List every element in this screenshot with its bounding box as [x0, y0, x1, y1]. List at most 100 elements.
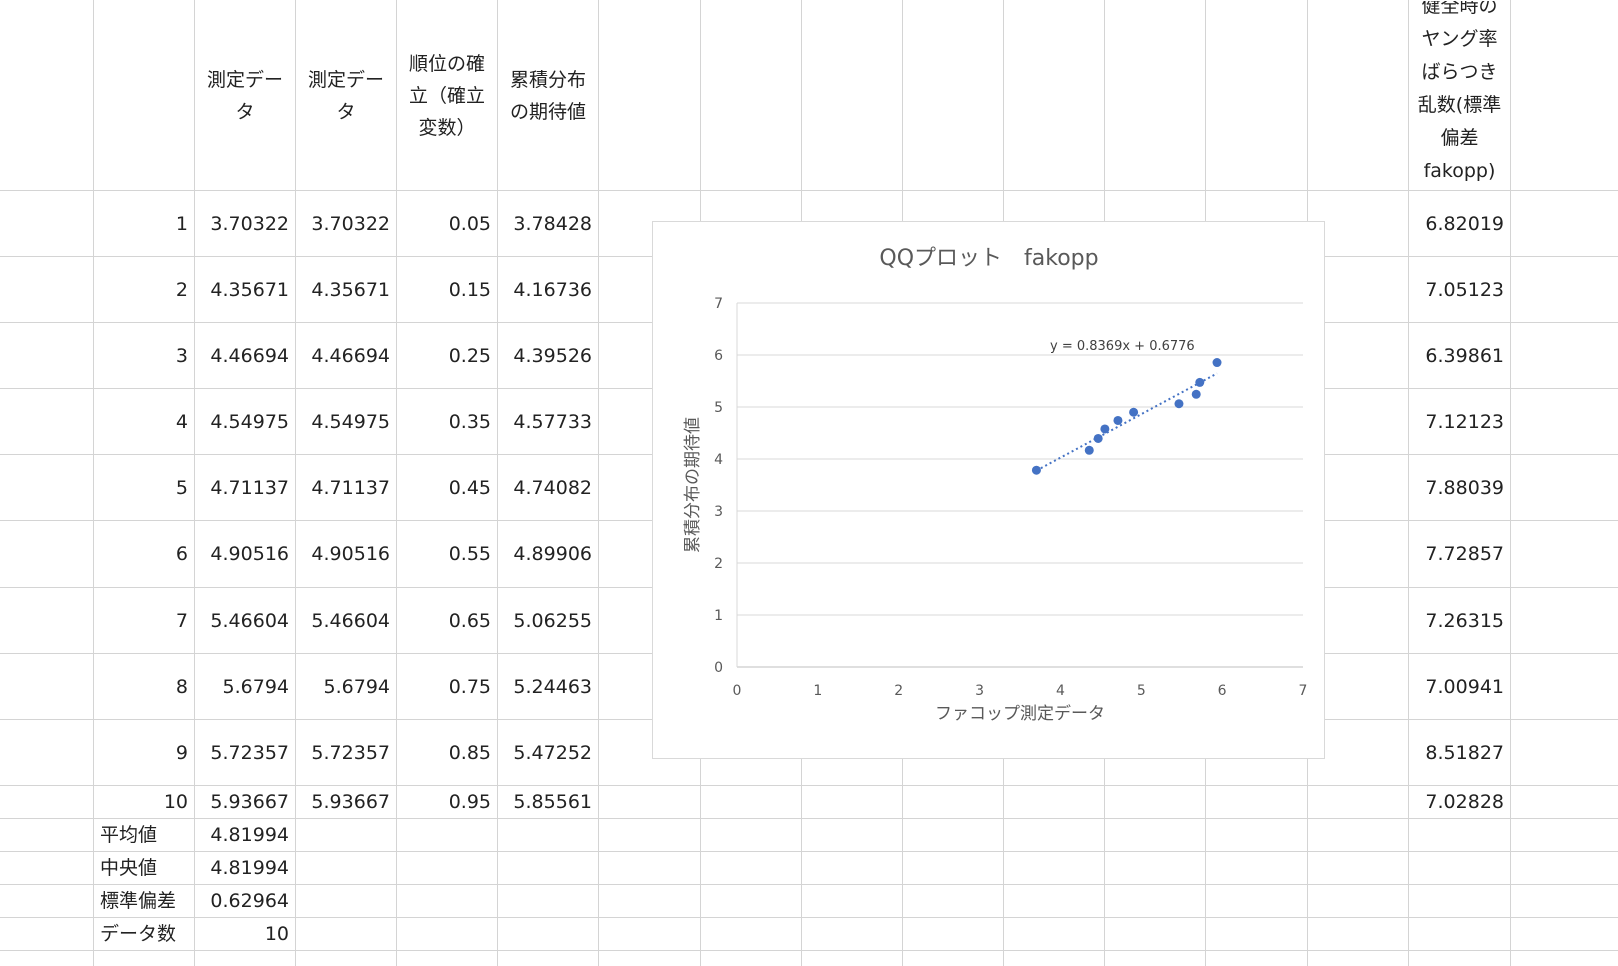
measured-data-cell[interactable]: 5.46604: [195, 588, 295, 653]
expected-cdf-cell[interactable]: 5.06255: [498, 588, 598, 653]
young-modulus-cell[interactable]: 7.00941: [1409, 654, 1510, 719]
expected-cdf-cell[interactable]: 4.57733: [498, 389, 598, 454]
young-modulus-cell[interactable]: 6.82019: [1409, 191, 1510, 256]
row-index-cell[interactable]: 7: [94, 588, 194, 653]
rank-probability-cell[interactable]: 0.75: [397, 654, 497, 719]
rank-probability-cell[interactable]: 0.45: [397, 455, 497, 520]
expected-cdf-cell[interactable]: 4.39526: [498, 323, 598, 388]
x-tick-label: 7: [1299, 683, 1308, 699]
rank-probability-cell[interactable]: 0.25: [397, 323, 497, 388]
young-modulus-cell[interactable]: 7.88039: [1409, 455, 1510, 520]
chart-title: QQプロット fakopp: [879, 246, 1098, 271]
header-cell-measured-data[interactable]: 測定データ: [195, 1, 295, 190]
expected-cdf-cell[interactable]: 4.89906: [498, 521, 598, 587]
young-modulus-cell[interactable]: 7.05123: [1409, 257, 1510, 322]
y-tick-label: 4: [714, 452, 723, 468]
measured-data-cell[interactable]: 5.72357: [195, 720, 295, 785]
young-modulus-cell[interactable]: 7.02828: [1409, 786, 1510, 818]
measured-data-cell[interactable]: 4.35671: [195, 257, 295, 322]
measured-data-cell[interactable]: 5.93667: [195, 786, 295, 818]
row-index-cell[interactable]: 2: [94, 257, 194, 322]
rank-probability-cell[interactable]: 0.15: [397, 257, 497, 322]
measured-data-cell[interactable]: 4.90516: [195, 521, 295, 587]
row-gridline: [0, 950, 1618, 951]
y-tick-label: 6: [714, 348, 723, 364]
row-index-cell[interactable]: 10: [94, 786, 194, 818]
rank-probability-cell[interactable]: 0.35: [397, 389, 497, 454]
header-cell-rank-probability[interactable]: 順位の確立（確立変数）: [397, 1, 497, 190]
measured-data-cell[interactable]: 4.71137: [195, 455, 295, 520]
young-modulus-cell[interactable]: 7.12123: [1409, 389, 1510, 454]
expected-cdf-cell[interactable]: 3.78428: [498, 191, 598, 256]
expected-cdf-cell[interactable]: 5.47252: [498, 720, 598, 785]
data-point: [1212, 358, 1222, 368]
row-index-cell[interactable]: 5: [94, 455, 194, 520]
trendline: [1035, 372, 1218, 472]
x-axis-title: ファコップ測定データ: [935, 703, 1105, 724]
measured-data-cell[interactable]: 4.46694: [195, 323, 295, 388]
rank-probability-cell[interactable]: 0.65: [397, 588, 497, 653]
stat-label-cell[interactable]: 平均値: [94, 819, 194, 851]
measured-data-cell[interactable]: 3.70322: [296, 191, 396, 256]
young-modulus-cell[interactable]: 6.39861: [1409, 323, 1510, 388]
stat-value-cell[interactable]: 4.81994: [195, 852, 295, 884]
measured-data-cell[interactable]: 4.54975: [195, 389, 295, 454]
rank-probability-cell[interactable]: 0.95: [397, 786, 497, 818]
header-cell-measured-data-2[interactable]: 測定データ: [296, 1, 396, 190]
y-tick-label: 2: [714, 556, 723, 572]
y-tick-label: 3: [714, 504, 723, 520]
row-index-cell[interactable]: 1: [94, 191, 194, 256]
measured-data-cell[interactable]: 4.54975: [296, 389, 396, 454]
stat-label-cell[interactable]: 標準偏差: [94, 885, 194, 917]
expected-cdf-cell[interactable]: 5.85561: [498, 786, 598, 818]
row-index-cell[interactable]: 9: [94, 720, 194, 785]
header-cell-expected-cdf[interactable]: 累積分布の期待値: [498, 1, 598, 190]
stat-value-cell[interactable]: 4.81994: [195, 819, 295, 851]
measured-data-cell[interactable]: 5.72357: [296, 720, 396, 785]
measured-data-cell[interactable]: 4.90516: [296, 521, 396, 587]
measured-data-cell[interactable]: 5.6794: [195, 654, 295, 719]
stat-label-cell[interactable]: 中央値: [94, 852, 194, 884]
rank-probability-cell[interactable]: 0.55: [397, 521, 497, 587]
measured-data-cell[interactable]: 4.35671: [296, 257, 396, 322]
spreadsheet[interactable]: 測定データ 測定データ 順位の確立（確立変数） 累積分布の期待値 健全時のヤング率ばらつ…: [0, 0, 1618, 966]
expected-cdf-cell[interactable]: 5.24463: [498, 654, 598, 719]
row-index-cell[interactable]: 6: [94, 521, 194, 587]
column-gridline: [598, 0, 599, 966]
measured-data-cell[interactable]: 4.71137: [296, 455, 396, 520]
expected-cdf-cell[interactable]: 4.74082: [498, 455, 598, 520]
measured-data-cell[interactable]: 4.46694: [296, 323, 396, 388]
measured-data-cell[interactable]: 5.93667: [296, 786, 396, 818]
measured-data-cell[interactable]: 5.6794: [296, 654, 396, 719]
expected-cdf-cell[interactable]: 4.16736: [498, 257, 598, 322]
measured-data-cell[interactable]: 3.70322: [195, 191, 295, 256]
young-modulus-cell[interactable]: 7.26315: [1409, 588, 1510, 653]
row-index-cell[interactable]: 4: [94, 389, 194, 454]
column-gridline: [1510, 0, 1511, 966]
row-index-cell[interactable]: 3: [94, 323, 194, 388]
stat-value-cell[interactable]: 0.62964: [195, 885, 295, 917]
y-tick-label: 1: [714, 608, 723, 624]
x-tick-label: 3: [975, 683, 984, 699]
row-index-cell[interactable]: 8: [94, 654, 194, 719]
x-tick-label: 6: [1218, 683, 1227, 699]
data-point: [1174, 399, 1184, 409]
x-tick-label: 0: [733, 683, 742, 699]
stat-label-cell[interactable]: データ数: [94, 918, 194, 950]
y-tick-label: 5: [714, 400, 723, 416]
rank-probability-cell[interactable]: 0.05: [397, 191, 497, 256]
young-modulus-cell[interactable]: 7.72857: [1409, 521, 1510, 587]
qq-plot-chart[interactable]: 0 1 2 3 4 5 6 7 0 1 2 3 4 5 6 7 QQプロット fakopp ファコップ測定データ 累…: [652, 221, 1325, 759]
y-axis-title: 累積分布の期待値: [683, 417, 703, 553]
data-point: [1129, 407, 1139, 417]
x-tick-label: 5: [1137, 683, 1146, 699]
chart-svg: 0 1 2 3 4 5 6 7 0 1 2 3 4 5 6 7 QQプロット fakopp ファコップ測定データ 累…: [683, 246, 1308, 724]
y-tick-label: 7: [714, 296, 723, 312]
young-modulus-cell[interactable]: 8.51827: [1409, 720, 1510, 785]
stat-value-cell[interactable]: 10: [195, 918, 295, 950]
data-point: [1093, 433, 1103, 443]
rank-probability-cell[interactable]: 0.85: [397, 720, 497, 785]
header-cell-young-modulus[interactable]: 健全時のヤング率ばらつき乱数(標準偏差fakopp): [1409, 1, 1510, 190]
measured-data-cell[interactable]: 5.46604: [296, 588, 396, 653]
y-tick-label: 0: [714, 660, 723, 676]
